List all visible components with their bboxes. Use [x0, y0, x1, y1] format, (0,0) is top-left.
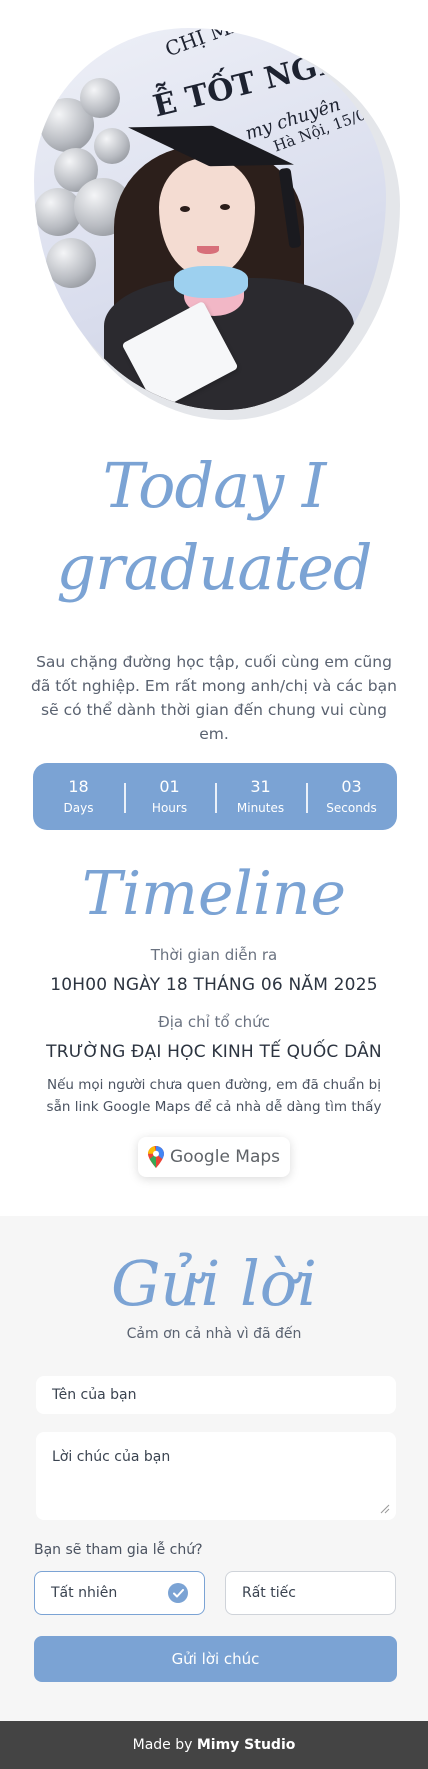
footer-prefix: Made by: [132, 1737, 197, 1753]
check-icon: [168, 1583, 188, 1603]
footer: Made by Mimy Studio: [0, 1721, 428, 1769]
name-placeholder: Tên của bạn: [52, 1387, 137, 1403]
balloon: [94, 128, 130, 164]
countdown-label: Hours: [151, 800, 188, 815]
time-label: Thời gian diễn ra: [150, 946, 278, 964]
submit-wish-button[interactable]: Gửi lời chúc: [34, 1636, 397, 1682]
resize-handle-icon[interactable]: [380, 1504, 390, 1514]
countdown-label: Minutes: [236, 800, 285, 815]
countdown-label: Seconds: [326, 800, 377, 815]
hero-photo-frame: CHỊ MA Ễ TỐT NGH my chuyên Hà Nội, 15/04…: [34, 28, 400, 420]
message-placeholder: Lời chúc của bạn: [52, 1449, 171, 1465]
hero-title-line1: Today I: [102, 449, 327, 522]
message-textarea[interactable]: Lời chúc của bạn: [36, 1432, 396, 1520]
footer-brand-link[interactable]: Mimy Studio: [197, 1737, 296, 1753]
google-maps-label: Google Maps: [169, 1147, 281, 1167]
countdown-minutes: 31 Minutes: [215, 777, 306, 817]
google-maps-button[interactable]: Google Maps: [138, 1137, 290, 1177]
place-value: TRƯỜNG ĐẠI HỌC KINH TẾ QUỐC DÂN: [46, 1042, 382, 1062]
countdown-value: 18: [68, 776, 89, 796]
name-input[interactable]: Tên của bạn: [36, 1376, 396, 1414]
balloon: [46, 238, 96, 288]
timeline-heading: Timeline: [81, 859, 347, 929]
countdown-hours: 01 Hours: [124, 777, 215, 817]
attend-no-label: Rất tiếc: [242, 1585, 296, 1601]
hero-title-line2: graduated: [56, 531, 372, 604]
portrait-eye: [220, 204, 230, 210]
attend-yes-option[interactable]: Tất nhiên: [34, 1571, 205, 1615]
balloon: [80, 78, 120, 118]
portrait-eye: [180, 206, 190, 212]
banner-text: CHỊ MA: [161, 28, 248, 62]
page: CHỊ MA Ễ TỐT NGH my chuyên Hà Nội, 15/04…: [0, 0, 428, 1769]
time-value: 10H00 NGÀY 18 THÁNG 06 NĂM 2025: [50, 975, 378, 995]
place-label: Địa chỉ tổ chức: [158, 1013, 270, 1031]
attend-no-option[interactable]: Rất tiếc: [225, 1571, 396, 1615]
rsvp-subtitle: Cảm ơn cả nhà vì đã đến: [126, 1326, 302, 1342]
countdown-label: Days: [63, 800, 94, 815]
attend-question: Bạn sẽ tham gia lễ chứ?: [34, 1542, 203, 1558]
countdown-days: 18 Days: [33, 777, 124, 817]
countdown-seconds: 03 Seconds: [306, 777, 397, 817]
intro-text: Sau chặng đường học tập, cuối cùng em cũ…: [31, 653, 397, 743]
countdown-value: 03: [341, 776, 362, 796]
graduate-photo: CHỊ MA Ễ TỐT NGH my chuyên Hà Nội, 15/04…: [34, 28, 386, 410]
map-note: Nếu mọi người chưa quen đường, em đã chu…: [46, 1077, 382, 1115]
rsvp-section: Gửi lời Cảm ơn cả nhà vì đã đến Tên của …: [0, 1216, 428, 1721]
portrait-lips: [197, 246, 219, 254]
attend-yes-label: Tất nhiên: [51, 1585, 118, 1601]
countdown: 18 Days 01 Hours 31 Minutes 03 Seconds: [33, 763, 397, 830]
portrait-bow: [174, 266, 248, 298]
map-pin-icon: [147, 1146, 164, 1168]
countdown-value: 01: [159, 776, 180, 796]
countdown-value: 31: [250, 776, 271, 796]
rsvp-heading: Gửi lời: [111, 1247, 317, 1320]
